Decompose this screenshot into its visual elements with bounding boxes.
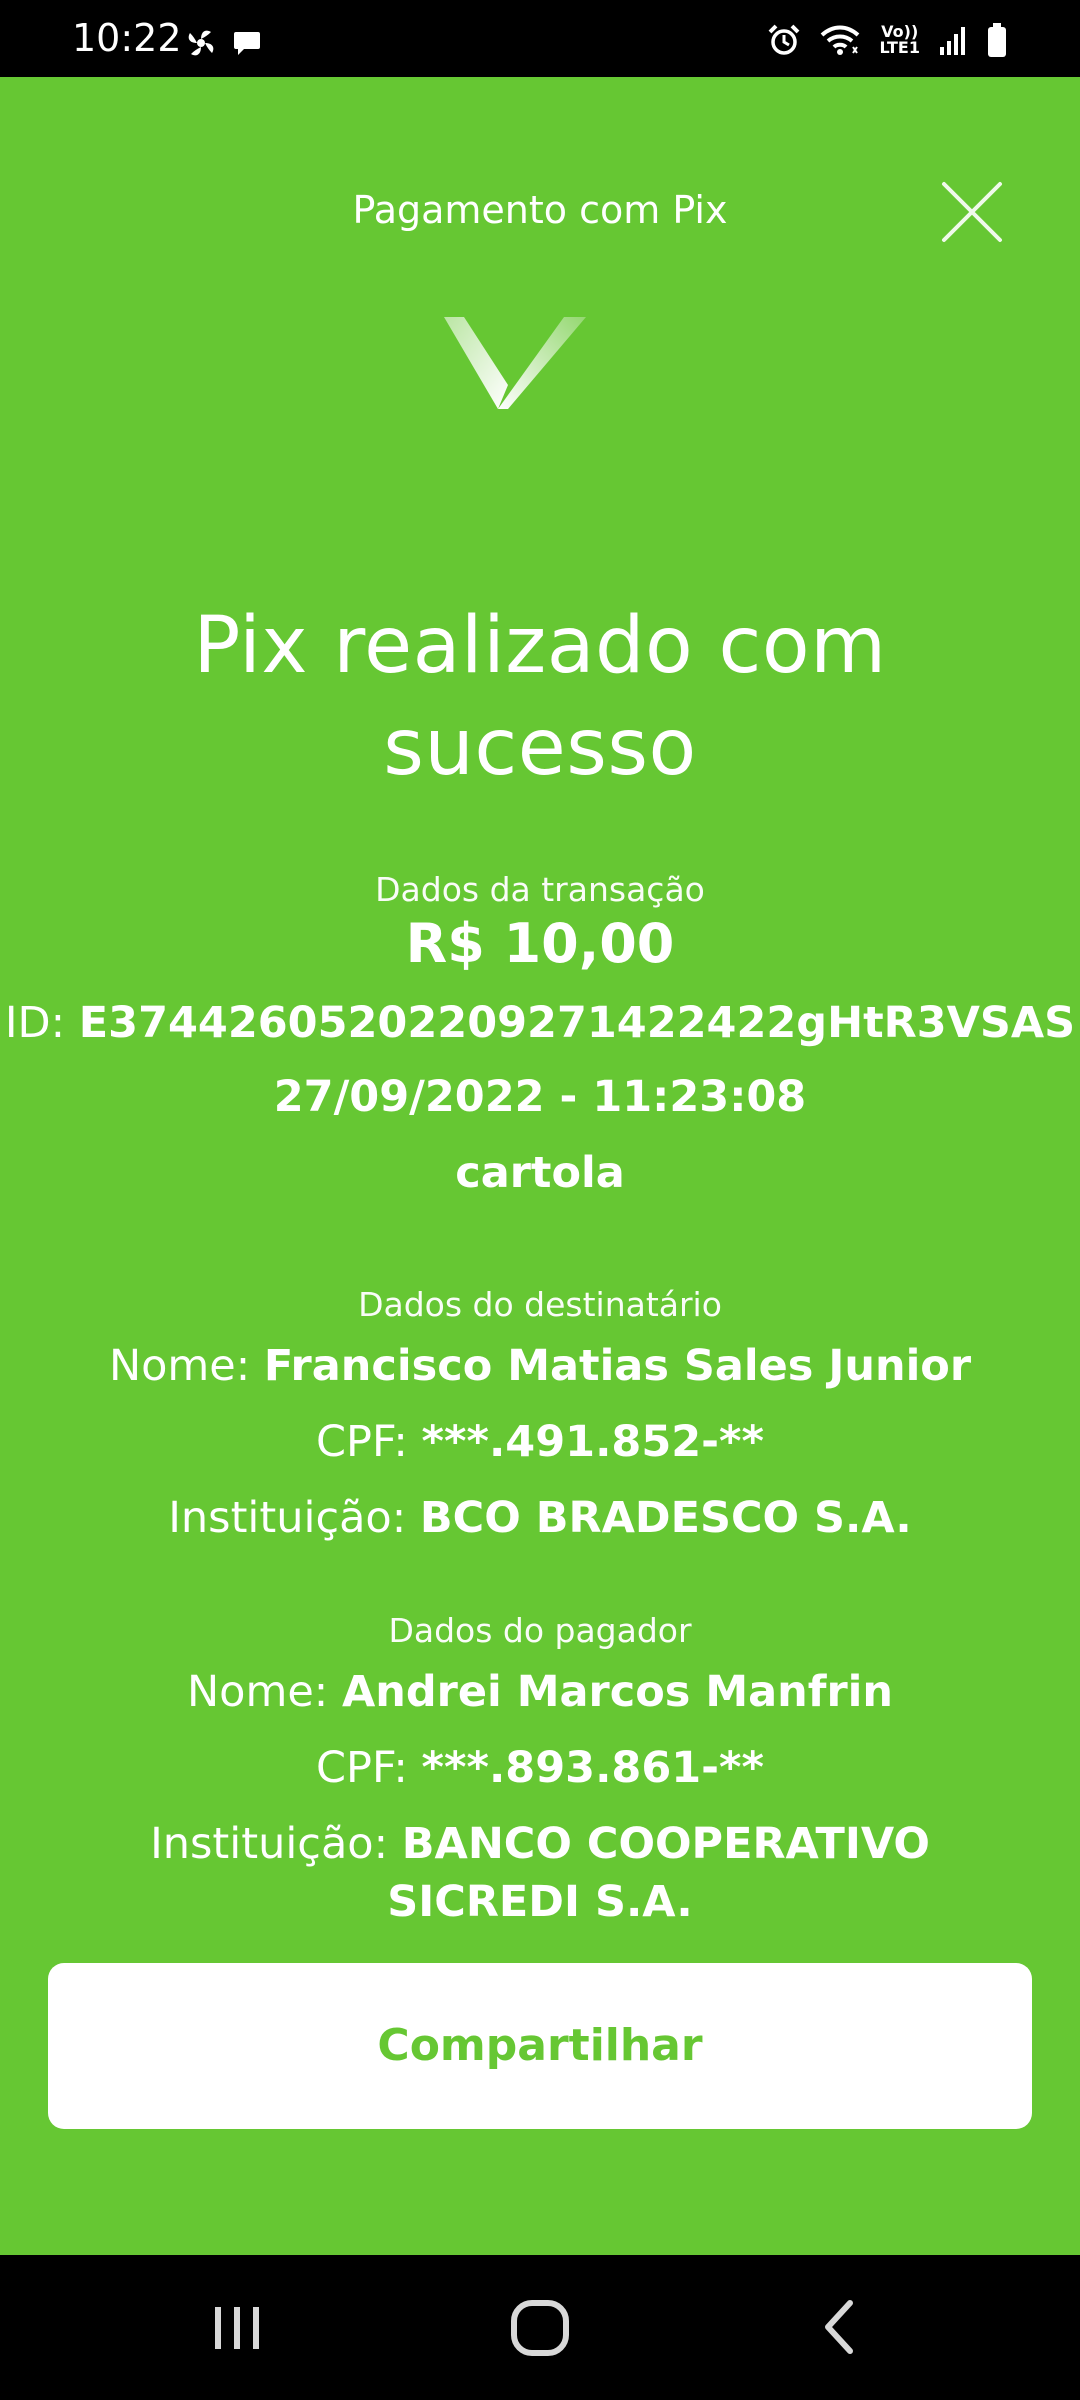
chat-bubble-icon [232,28,262,58]
close-icon [942,182,1002,242]
transaction-amount: R$ 10,00 [405,912,675,975]
signal-icon [938,23,968,57]
recipient-cpf-value: ***.491.852-** [421,1417,764,1467]
transaction-section: Dados da transação R$ 10,00 ID: E3744260… [0,870,1080,1202]
alarm-icon [767,23,801,57]
status-right-icons: Vo)) LTE1 [767,22,1008,58]
headline-line1: Pix realizado com [193,601,887,691]
home-icon [511,2300,569,2356]
wifi-icon [819,23,861,57]
transaction-section-label: Dados da transação [375,870,705,909]
recipient-section: Dados do destinatário Nome: Francisco Ma… [0,1285,1080,1547]
back-button[interactable] [800,2287,880,2367]
status-bar: 10:22 Vo)) LTE1 [0,0,1080,77]
transaction-id-value: E37442605202209271422422gHtR3VSAS [78,998,1076,1048]
payer-cpf-row: CPF: ***.893.861-** [0,1739,1080,1797]
payer-institution-label: Instituição: [150,1819,389,1869]
payer-cpf-label: CPF: [316,1743,408,1793]
transaction-description: cartola [455,1148,625,1198]
payer-institution-value: BANCO COOPERATIVO SICREDI S.A. [387,1819,930,1927]
recent-apps-icon [215,2307,259,2349]
status-time: 10:22 [72,16,182,60]
check-icon [440,317,590,417]
back-icon [825,2300,853,2354]
payer-cpf-value: ***.893.861-** [421,1743,764,1793]
pinwheel-icon [184,26,218,60]
payer-section-label: Dados do pagador [388,1611,692,1650]
transaction-id-row: ID: E37442605202209271422422gHtR3VSAS [0,994,1080,1052]
volte-lte-icon: Vo)) LTE1 [879,24,920,56]
headline-line2: sucesso [383,703,697,793]
close-button[interactable] [940,180,1004,244]
recipient-institution-row: Instituição: BCO BRADESCO S.A. [0,1489,1080,1547]
recent-apps-button[interactable] [197,2287,277,2367]
transaction-datetime: 27/09/2022 - 11:23:08 [273,1072,807,1122]
share-button[interactable]: Compartilhar [48,1963,1032,2129]
payer-name-row: Nome: Andrei Marcos Manfrin [0,1663,1080,1721]
recipient-institution-label: Instituição: [168,1493,407,1543]
payer-name-label: Nome: [186,1667,329,1717]
recipient-name-value: Francisco Matias Sales Junior [263,1341,972,1391]
home-button[interactable] [500,2287,580,2367]
payer-section: Dados do pagador Nome: Andrei Marcos Man… [0,1611,1080,1931]
recipient-section-label: Dados do destinatário [358,1285,722,1324]
recipient-cpf-label: CPF: [316,1417,408,1467]
payer-name-value: Andrei Marcos Manfrin [341,1667,894,1717]
recipient-cpf-row: CPF: ***.491.852-** [0,1413,1080,1471]
payer-institution-row: Instituição: BANCO COOPERATIVO SICREDI S… [90,1815,990,1931]
payment-success-screen: Pagamento com Pix Pix realizado com suce… [0,77,1080,2255]
recipient-institution-value: BCO BRADESCO S.A. [419,1493,912,1543]
transaction-id-label: ID: [4,998,66,1048]
lte-text: LTE1 [879,38,920,57]
recipient-name-label: Nome: [108,1341,251,1391]
success-headline: Pix realizado com sucesso [0,595,1080,799]
navigation-bar [0,2255,1080,2400]
recipient-name-row: Nome: Francisco Matias Sales Junior [0,1337,1080,1395]
page-title: Pagamento com Pix [352,188,728,232]
battery-icon [986,22,1008,58]
status-left-icons [184,26,262,60]
